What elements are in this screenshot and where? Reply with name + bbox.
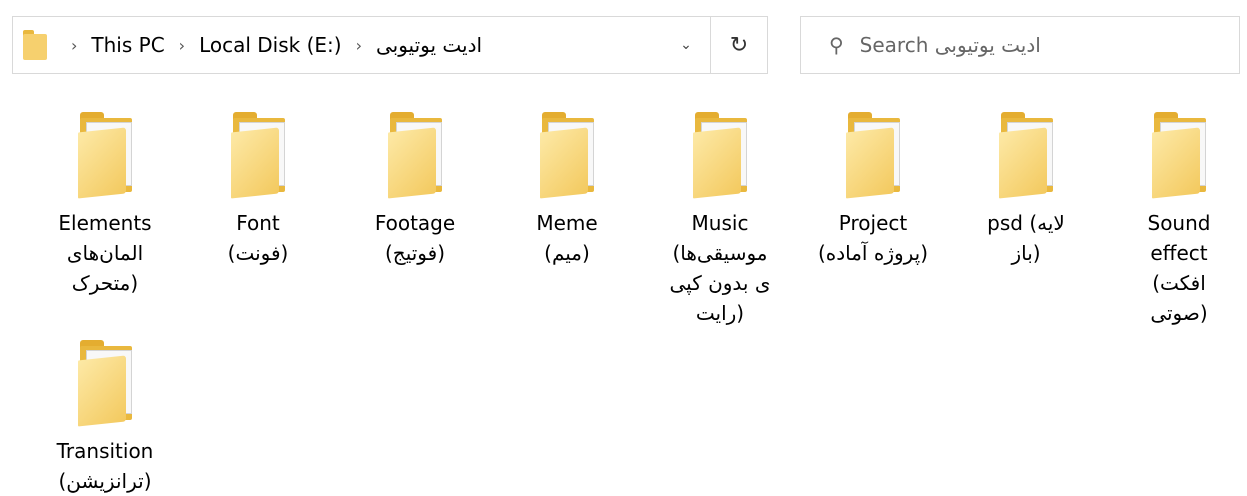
folder-label: Music موسیقی‌ها) ی بدون کپی (رایت (669, 211, 771, 325)
folder-label: Font (فونت) (227, 211, 289, 265)
refresh-icon[interactable]: ↻ (710, 17, 767, 73)
folder-icon (72, 338, 138, 428)
folder-icon (72, 110, 138, 200)
folder-label: Meme (میم) (536, 211, 598, 265)
chevron-down-icon[interactable]: ⌄ (662, 17, 710, 73)
folder-icon (382, 110, 448, 200)
breadcrumb-this-pc[interactable]: This PC (91, 33, 164, 57)
folder-label: Transition (ترانزیشن) (56, 439, 154, 493)
breadcrumb: › This PC › Local Disk (E:) › ادیت یوتیو… (57, 33, 662, 57)
folder-label: Sound effect افکت) (صوتی (1147, 211, 1211, 325)
folder-item-transition[interactable]: Transition (ترانزیشن) (40, 338, 170, 496)
breadcrumb-current-folder[interactable]: ادیت یوتیوبی (376, 33, 482, 57)
chevron-right-icon[interactable]: › (356, 36, 362, 55)
folder-item-project[interactable]: Project (پروژه آماده) (808, 110, 938, 268)
chevron-right-icon[interactable]: › (179, 36, 185, 55)
breadcrumb-local-disk[interactable]: Local Disk (E:) (199, 33, 342, 57)
folder-item-footage[interactable]: Footage (فوتیج) (350, 110, 480, 268)
folder-item-music[interactable]: Music موسیقی‌ها) ی بدون کپی (رایت (655, 110, 785, 328)
folder-icon (534, 110, 600, 200)
folder-item-font[interactable]: Font (فونت) (193, 110, 323, 268)
folder-label: Project (پروژه آماده) (817, 211, 929, 265)
chevron-right-icon[interactable]: › (71, 36, 77, 55)
folder-item-elements[interactable]: Elements المان‌های (متحرک (40, 110, 170, 298)
folder-label: Elements المان‌های (متحرک (58, 211, 152, 295)
folder-icon (225, 110, 291, 200)
address-bar[interactable]: › This PC › Local Disk (E:) › ادیت یوتیو… (12, 16, 768, 74)
folder-label: Footage (فوتیج) (374, 211, 456, 265)
folder-icon (687, 110, 753, 200)
folder-icon (1146, 110, 1212, 200)
folder-item-psd[interactable]: psd (لایه (باز (961, 110, 1091, 268)
folder-item-sound-effect[interactable]: Sound effect افکت) (صوتی (1114, 110, 1244, 328)
folder-icon (23, 30, 47, 60)
folder-item-meme[interactable]: Meme (میم) (502, 110, 632, 268)
search-icon: ⚲ (829, 33, 844, 57)
search-box[interactable]: ⚲ Search ادیت یوتیوبی (800, 16, 1240, 74)
folder-icon (993, 110, 1059, 200)
search-input[interactable]: Search ادیت یوتیوبی (860, 33, 1041, 57)
folder-label: psd (لایه (باز (987, 211, 1065, 265)
folder-icon (840, 110, 906, 200)
